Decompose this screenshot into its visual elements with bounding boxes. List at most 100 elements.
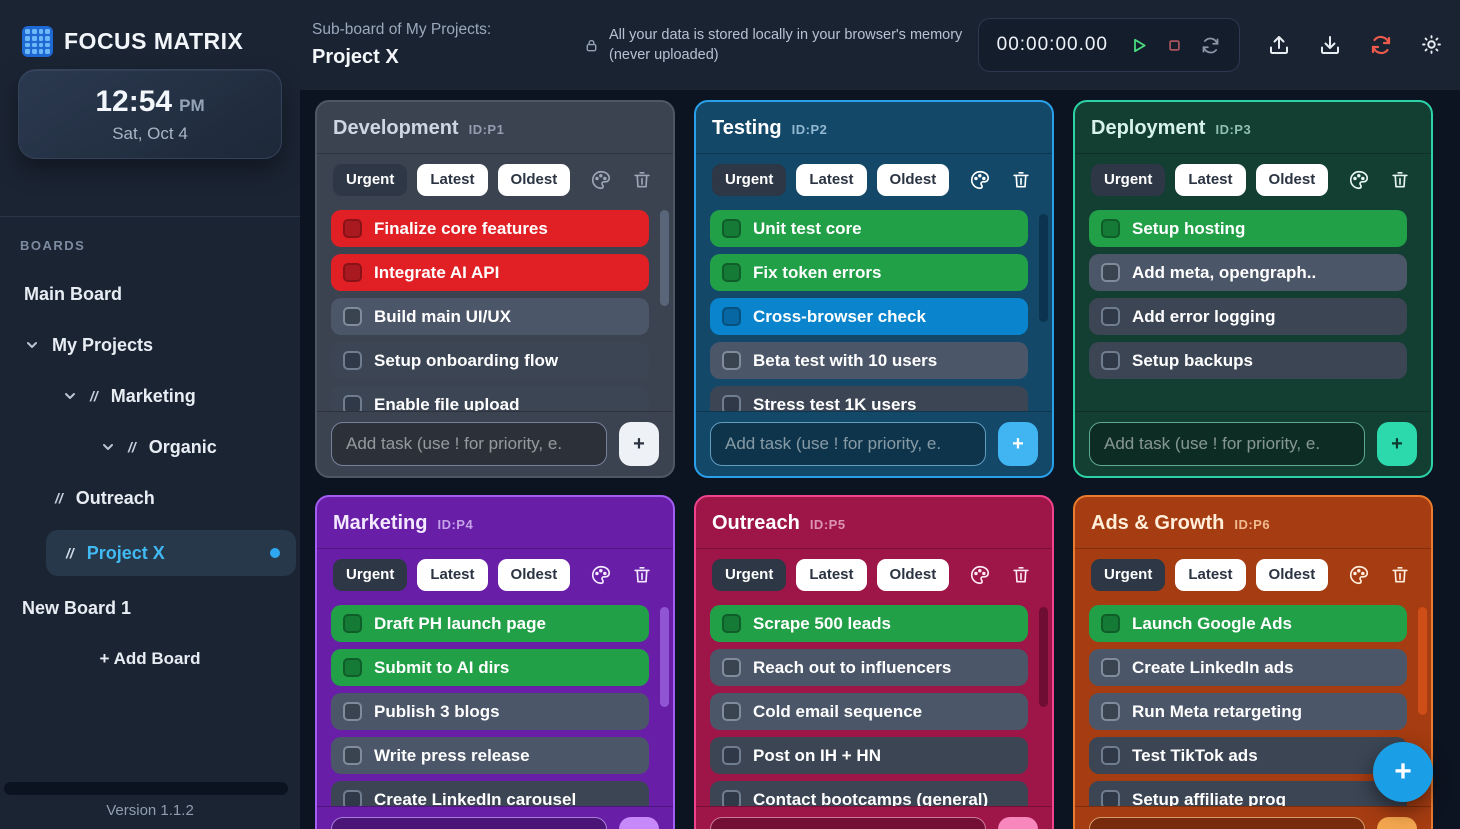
task-item[interactable]: Setup backups xyxy=(1089,342,1407,379)
sidebar-item-marketing[interactable]: // Marketing xyxy=(0,377,300,415)
task-checkbox[interactable] xyxy=(1101,219,1120,238)
sidebar-item-outreach[interactable]: // Outreach xyxy=(0,479,300,517)
task-item[interactable]: Scrape 500 leads xyxy=(710,605,1028,642)
add-task-button[interactable]: + xyxy=(1377,817,1417,829)
add-task-input[interactable] xyxy=(710,817,986,829)
chevron-down-icon[interactable] xyxy=(24,337,40,353)
task-item[interactable]: Cold email sequence xyxy=(710,693,1028,730)
trash-icon[interactable] xyxy=(631,169,653,191)
task-item[interactable]: Enable file upload xyxy=(331,386,649,411)
sort-oldest-button[interactable]: Oldest xyxy=(498,559,571,591)
task-checkbox[interactable] xyxy=(722,614,741,633)
task-item[interactable]: Setup affiliate prog xyxy=(1089,781,1407,806)
add-task-button[interactable]: + xyxy=(998,817,1038,829)
add-board-button[interactable]: + Add Board xyxy=(0,640,300,678)
task-checkbox[interactable] xyxy=(343,614,362,633)
task-checkbox[interactable] xyxy=(722,702,741,721)
upload-icon[interactable] xyxy=(1267,33,1291,57)
sort-urgent-button[interactable]: Urgent xyxy=(712,559,786,591)
task-item[interactable]: Fix token errors xyxy=(710,254,1028,291)
trash-icon[interactable] xyxy=(1389,169,1411,191)
task-item[interactable]: Beta test with 10 users xyxy=(710,342,1028,379)
bookmark-icon[interactable] xyxy=(1051,564,1054,586)
sidebar-item-organic[interactable]: // Organic xyxy=(0,428,300,466)
task-checkbox[interactable] xyxy=(343,263,362,282)
palette-icon[interactable] xyxy=(1348,564,1370,586)
task-checkbox[interactable] xyxy=(343,395,362,411)
scrollbar-thumb[interactable] xyxy=(1039,607,1048,707)
task-checkbox[interactable] xyxy=(343,219,362,238)
task-checkbox[interactable] xyxy=(722,307,741,326)
sort-oldest-button[interactable]: Oldest xyxy=(1256,559,1329,591)
palette-icon[interactable] xyxy=(969,169,991,191)
task-item[interactable]: Test TikTok ads xyxy=(1089,737,1407,774)
add-task-input[interactable] xyxy=(710,422,986,466)
sidebar-item-project-x-active[interactable]: // Project X xyxy=(46,530,296,576)
trash-icon[interactable] xyxy=(1010,564,1032,586)
add-task-input[interactable] xyxy=(331,817,607,829)
task-checkbox[interactable] xyxy=(343,702,362,721)
sidebar-item-main-board[interactable]: Main Board xyxy=(0,275,300,313)
bookmark-icon[interactable] xyxy=(672,564,675,586)
task-item[interactable]: Setup onboarding flow xyxy=(331,342,649,379)
sort-latest-button[interactable]: Latest xyxy=(417,164,487,196)
task-checkbox[interactable] xyxy=(722,658,741,677)
sort-urgent-button[interactable]: Urgent xyxy=(1091,164,1165,196)
task-checkbox[interactable] xyxy=(1101,746,1120,765)
task-item[interactable]: Cross-browser check xyxy=(710,298,1028,335)
task-checkbox[interactable] xyxy=(343,351,362,370)
scrollbar-thumb[interactable] xyxy=(1418,607,1427,715)
task-item[interactable]: Contact bootcamps (general) xyxy=(710,781,1028,806)
add-task-input[interactable] xyxy=(1089,422,1365,466)
sort-latest-button[interactable]: Latest xyxy=(796,559,866,591)
sort-latest-button[interactable]: Latest xyxy=(417,559,487,591)
trash-icon[interactable] xyxy=(631,564,653,586)
task-checkbox[interactable] xyxy=(343,746,362,765)
scrollbar-thumb[interactable] xyxy=(660,210,669,306)
play-icon[interactable] xyxy=(1128,35,1149,56)
sort-latest-button[interactable]: Latest xyxy=(796,164,866,196)
task-item[interactable]: Setup hosting xyxy=(1089,210,1407,247)
task-checkbox[interactable] xyxy=(1101,790,1120,806)
task-item[interactable]: Write press release xyxy=(331,737,649,774)
task-checkbox[interactable] xyxy=(1101,351,1120,370)
task-item[interactable]: Build main UI/UX xyxy=(331,298,649,335)
reset-timer-icon[interactable] xyxy=(1200,35,1221,56)
scrollbar-thumb[interactable] xyxy=(660,607,669,707)
chevron-down-icon[interactable] xyxy=(100,439,116,455)
task-checkbox[interactable] xyxy=(1101,614,1120,633)
trash-icon[interactable] xyxy=(1010,169,1032,191)
task-item[interactable]: Unit test core xyxy=(710,210,1028,247)
bookmark-icon[interactable] xyxy=(1430,564,1433,586)
task-checkbox[interactable] xyxy=(722,351,741,370)
task-checkbox[interactable] xyxy=(722,219,741,238)
bookmark-icon[interactable] xyxy=(1430,169,1433,191)
task-checkbox[interactable] xyxy=(343,790,362,806)
fab-add-button[interactable]: + xyxy=(1373,742,1433,802)
bookmark-icon[interactable] xyxy=(672,169,675,191)
palette-icon[interactable] xyxy=(969,564,991,586)
task-item[interactable]: Draft PH launch page xyxy=(331,605,649,642)
sort-latest-button[interactable]: Latest xyxy=(1175,164,1245,196)
sort-urgent-button[interactable]: Urgent xyxy=(712,164,786,196)
add-task-button[interactable]: + xyxy=(619,817,659,829)
task-item[interactable]: Reach out to influencers xyxy=(710,649,1028,686)
palette-icon[interactable] xyxy=(590,169,612,191)
sort-oldest-button[interactable]: Oldest xyxy=(1256,164,1329,196)
task-checkbox[interactable] xyxy=(1101,263,1120,282)
task-item[interactable]: Add error logging xyxy=(1089,298,1407,335)
sort-oldest-button[interactable]: Oldest xyxy=(498,164,571,196)
task-item[interactable]: Run Meta retargeting xyxy=(1089,693,1407,730)
trash-icon[interactable] xyxy=(1389,564,1411,586)
scrollbar-thumb[interactable] xyxy=(1039,214,1048,322)
task-checkbox[interactable] xyxy=(343,658,362,677)
sort-oldest-button[interactable]: Oldest xyxy=(877,559,950,591)
task-item[interactable]: Publish 3 blogs xyxy=(331,693,649,730)
task-checkbox[interactable] xyxy=(1101,658,1120,677)
download-icon[interactable] xyxy=(1318,33,1342,57)
add-task-button[interactable]: + xyxy=(1377,422,1417,466)
sort-urgent-button[interactable]: Urgent xyxy=(333,164,407,196)
sidebar-item-new-board-1[interactable]: New Board 1 xyxy=(0,589,300,627)
task-item[interactable]: Create LinkedIn ads xyxy=(1089,649,1407,686)
task-item[interactable]: Launch Google Ads xyxy=(1089,605,1407,642)
